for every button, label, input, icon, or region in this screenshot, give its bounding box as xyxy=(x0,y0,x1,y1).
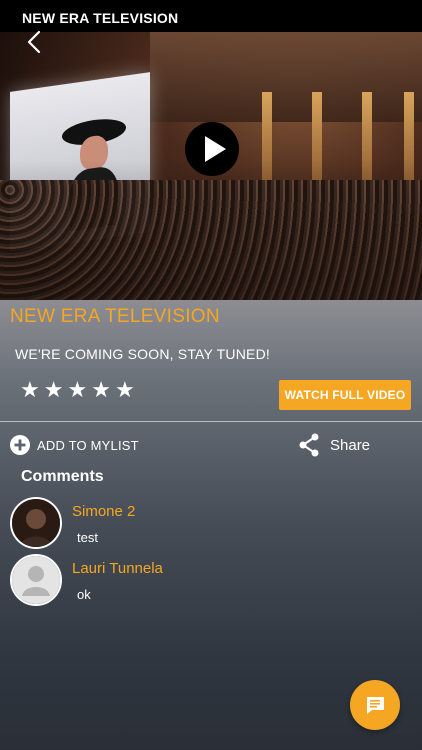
share-button[interactable]: Share xyxy=(298,433,370,457)
show-title: NEW ERA TELEVISION xyxy=(10,306,220,327)
watch-full-video-button[interactable]: WATCH FULL VIDEO xyxy=(279,380,411,410)
content-panel: NEW ERA TELEVISION WE'RE COMING SOON, ST… xyxy=(0,300,422,750)
app-header: NEW ERA TELEVISION xyxy=(0,0,422,32)
divider xyxy=(0,421,422,422)
plus-circle-icon xyxy=(10,435,30,455)
star-icon[interactable]: ★ xyxy=(67,378,87,402)
comment-item: Simone 2 test xyxy=(10,497,410,549)
share-icon xyxy=(299,433,319,457)
star-icon[interactable]: ★ xyxy=(20,378,40,402)
header-title: NEW ERA TELEVISION xyxy=(22,10,179,26)
comment-item: Lauri Tunnela ok xyxy=(10,554,410,606)
comment-text: test xyxy=(77,530,98,545)
rating-stars[interactable]: ★ ★ ★ ★ ★ xyxy=(20,378,135,402)
chevron-left-icon xyxy=(27,30,41,54)
star-icon[interactable]: ★ xyxy=(44,378,64,402)
add-to-mylist-button[interactable]: ADD TO MYLIST xyxy=(10,434,139,456)
star-icon[interactable]: ★ xyxy=(115,378,135,402)
avatar[interactable] xyxy=(10,554,62,606)
comment-author[interactable]: Lauri Tunnela xyxy=(72,560,163,577)
back-button[interactable] xyxy=(24,30,48,54)
user-photo-icon xyxy=(12,499,60,547)
chat-icon xyxy=(367,697,384,714)
show-tagline: WE'RE COMING SOON, STAY TUNED! xyxy=(15,346,270,362)
star-icon[interactable]: ★ xyxy=(91,378,111,402)
avatar[interactable] xyxy=(10,497,62,549)
share-label: Share xyxy=(330,436,371,454)
comment-text: ok xyxy=(77,587,91,602)
comment-author[interactable]: Simone 2 xyxy=(72,503,135,520)
comments-heading: Comments xyxy=(21,468,104,485)
play-button[interactable] xyxy=(185,122,239,176)
chat-button[interactable] xyxy=(350,680,400,730)
user-placeholder-icon xyxy=(12,556,60,604)
add-to-mylist-label: ADD TO MYLIST xyxy=(37,437,139,453)
play-icon xyxy=(205,136,226,162)
